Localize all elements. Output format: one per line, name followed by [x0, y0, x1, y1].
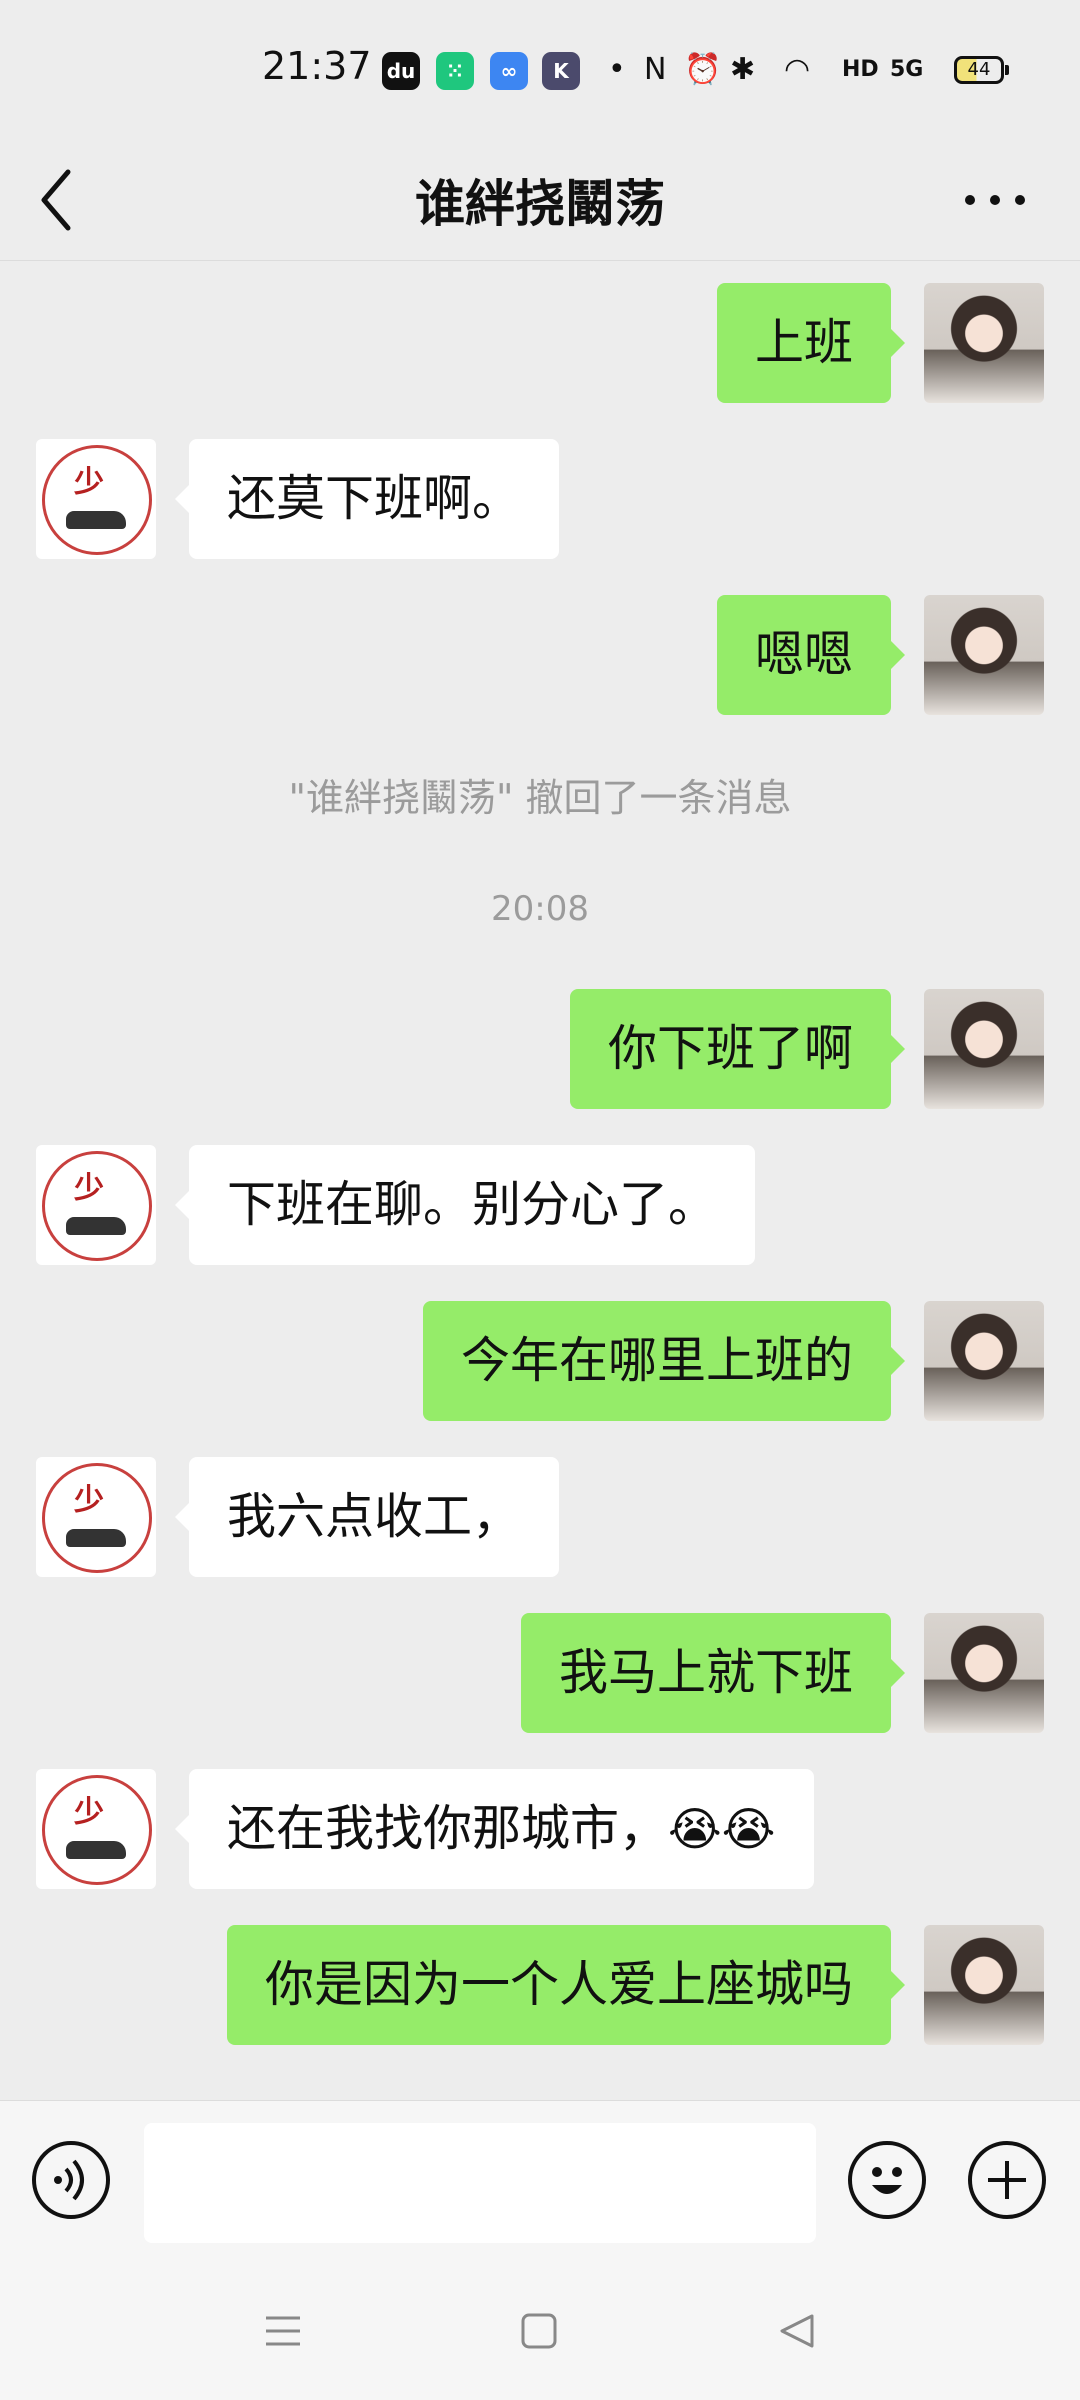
message-bubble-incoming[interactable]: 下班在聊。别分心了。 [174, 1145, 756, 1265]
contact-avatar[interactable]: 少 [36, 439, 156, 559]
my-avatar[interactable] [924, 1613, 1044, 1733]
message-bubble-incoming[interactable]: 还莫下班啊。 [174, 439, 560, 559]
k-app-icon: K [542, 52, 580, 90]
home-square-icon[interactable] [514, 2306, 564, 2356]
crying-emoji-icon: 😭😭 [668, 1802, 776, 1856]
my-avatar[interactable] [924, 1301, 1044, 1421]
app-notification-icon: ⁙ [436, 52, 474, 90]
message-bubble-outgoing[interactable]: 你下班了啊 [569, 989, 906, 1109]
alarm-icon: ⏰ [684, 52, 722, 87]
message-bubble-incoming[interactable]: 我六点收工， [174, 1457, 560, 1577]
plus-icon [988, 2161, 1026, 2199]
battery-icon: 44 [954, 56, 1009, 84]
chat-header: 谁絆挠鬫荡 [0, 140, 1080, 261]
message-bubble-outgoing[interactable]: 你是因为一个人爱上座城吗 [226, 1925, 906, 2045]
message-bubble-outgoing[interactable]: 上班 [716, 283, 906, 403]
contact-avatar[interactable]: 少 [36, 1769, 156, 1889]
message-text: 还在我找你那城市， [227, 1800, 669, 1857]
more-options-icon[interactable] [960, 180, 1030, 220]
my-avatar[interactable] [924, 989, 1044, 1109]
back-triangle-icon[interactable] [772, 2306, 822, 2356]
notification-dot-icon: • [608, 52, 626, 87]
contact-avatar[interactable]: 少 [36, 1145, 156, 1265]
more-actions-button[interactable] [968, 2141, 1046, 2219]
message-bubble-outgoing[interactable]: 今年在哪里上班的 [422, 1301, 906, 1421]
hd-icon: HD [842, 57, 879, 82]
my-avatar[interactable] [924, 1925, 1044, 2045]
douyin-icon: du [382, 52, 420, 90]
bluetooth-icon: ✱ [730, 52, 756, 87]
my-avatar[interactable] [924, 595, 1044, 715]
my-avatar[interactable] [924, 283, 1044, 403]
message-list[interactable]: 上班 少 还莫下班啊。 嗯嗯 "谁絆挠鬫荡" 撤回了一条消息 20:08 你下班… [0, 261, 1080, 2101]
message-bubble-outgoing[interactable]: 嗯嗯 [716, 595, 906, 715]
message-timestamp: 20:08 [491, 889, 589, 929]
chat-title: 谁絆挠鬫荡 [415, 175, 665, 233]
message-input[interactable] [144, 2123, 816, 2243]
wifi-icon: ◠ [784, 52, 811, 87]
status-bar: 21:37 du ⁙ ∞ K • N ⏰ ✱ ◠ HD 5G 44 [0, 0, 1080, 140]
voice-input-button[interactable] [32, 2141, 110, 2219]
nfc-icon: N [644, 52, 667, 87]
smiley-icon [872, 2167, 902, 2194]
message-bubble-incoming[interactable]: 还在我找你那城市，😭😭 [175, 1769, 814, 1889]
cellular-5g-icon: 5G [890, 57, 924, 82]
recall-notice: "谁絆挠鬫荡" 撤回了一条消息 [288, 776, 792, 820]
message-bubble-outgoing[interactable]: 我马上就下班 [520, 1613, 906, 1733]
infinity-app-icon: ∞ [490, 52, 528, 90]
contact-avatar[interactable]: 少 [36, 1457, 156, 1577]
input-bar [0, 2100, 1080, 2261]
emoji-button[interactable] [848, 2141, 926, 2219]
menu-icon[interactable] [258, 2306, 308, 2356]
system-navigation-bar [0, 2260, 1080, 2400]
voice-icon [54, 2159, 84, 2201]
status-time: 21:37 [262, 44, 372, 88]
